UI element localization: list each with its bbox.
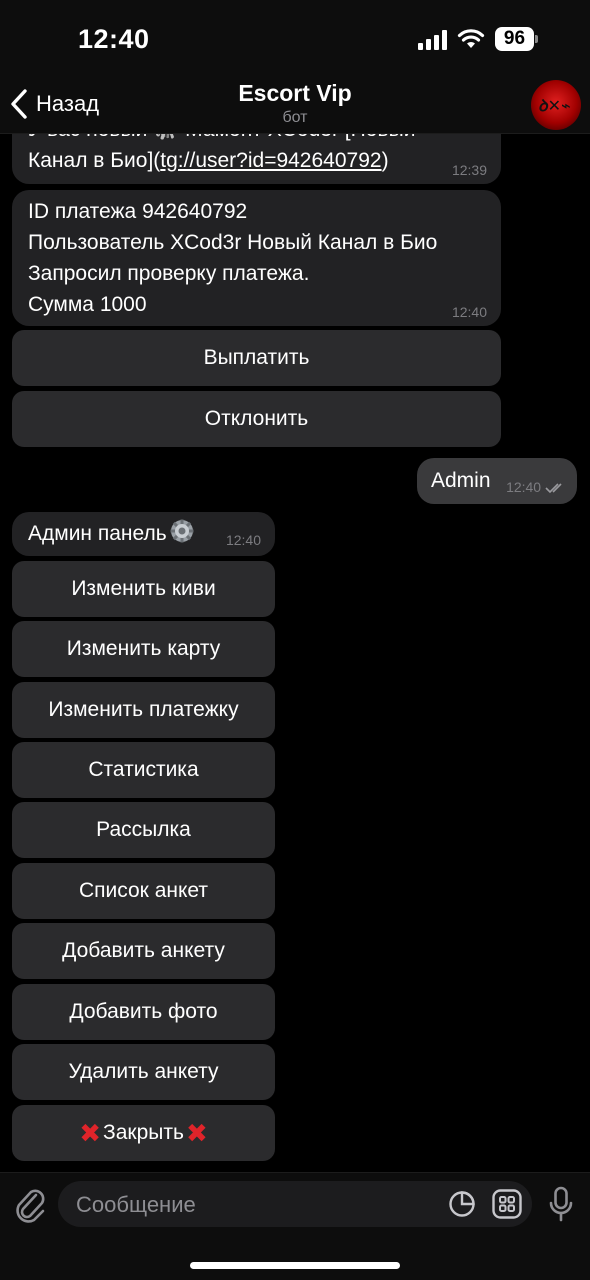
add-profile-button[interactable]: Добавить анкету (12, 923, 275, 979)
avatar[interactable]: ꝺ✕⌁ (531, 80, 581, 130)
change-qiwi-button[interactable]: Изменить киви (12, 561, 275, 617)
bot-keyboard-icon[interactable] (492, 1189, 522, 1219)
status-time: 12:40 (78, 24, 150, 54)
read-checkmarks-icon (545, 483, 562, 494)
statistics-button[interactable]: Статистика (12, 742, 275, 798)
message-input[interactable]: Сообщение (58, 1181, 532, 1227)
broadcast-button[interactable]: Рассылка (12, 802, 275, 858)
chat-header: Назад Escort Vip бот ꝺ✕⌁ (0, 72, 590, 134)
message-time: 12:39 (451, 162, 487, 178)
chat-subtitle: бот (282, 109, 308, 126)
close-button[interactable]: ✖ Закрыть ✖ (12, 1105, 275, 1161)
message-text: Admin (431, 469, 491, 492)
change-payment-button[interactable]: Изменить платежку (12, 682, 275, 738)
microphone-icon[interactable] (548, 1185, 574, 1225)
sticker-icon[interactable] (448, 1190, 476, 1218)
decline-button[interactable]: Отклонить (12, 391, 501, 447)
add-photo-button[interactable]: Добавить фото (12, 984, 275, 1040)
message-text: Админ панель (28, 522, 167, 545)
message-outgoing: Admin 12:40 (417, 458, 577, 504)
cross-mark-icon: ✖ (79, 1118, 102, 1148)
chat-area[interactable]: У вас новый 🐘 Мамонт XCod3r [Новый Канал… (0, 0, 590, 1172)
paperclip-icon[interactable] (12, 1185, 48, 1225)
change-card-button[interactable]: Изменить карту (12, 621, 275, 677)
message-admin-panel: Админ панель 12:40 (12, 512, 275, 556)
message-input-placeholder: Сообщение (76, 1192, 196, 1217)
avatar-logo-icon: ꝺ✕⌁ (538, 98, 571, 115)
message-text-line: Пользователь XCod3r Новый Канал в Био (28, 231, 438, 254)
message-time: 12:40 (506, 479, 565, 495)
wifi-icon (457, 29, 485, 48)
message-text-line: Запросил проверку платежа. (28, 262, 310, 285)
battery-level: 96 (495, 27, 534, 51)
profiles-list-button[interactable]: Список анкет (12, 863, 275, 919)
message-text-line: Канал в Био](tg://user?id=942640792) (28, 149, 389, 172)
battery-icon: 96 (495, 27, 539, 51)
message-time: 12:40 (451, 304, 487, 320)
user-link[interactable]: tg://user?id=942640792 (160, 149, 381, 172)
message-text-line: ID платежа 942640792 (28, 200, 248, 223)
chat-title[interactable]: Escort Vip (0, 80, 590, 107)
status-bar: 12:40 96 (0, 0, 590, 72)
message-text-line: Сумма 1000 (28, 293, 147, 316)
cross-mark-icon: ✖ (185, 1118, 208, 1148)
gear-icon (169, 518, 195, 553)
cellular-signal-icon (418, 30, 447, 50)
home-indicator[interactable] (190, 1262, 400, 1269)
payout-button[interactable]: Выплатить (12, 330, 501, 386)
delete-profile-button[interactable]: Удалить анкету (12, 1044, 275, 1100)
message-payment-check: ID платежа 942640792 Пользователь XCod3r… (12, 190, 501, 326)
message-time: 12:40 (225, 532, 261, 548)
